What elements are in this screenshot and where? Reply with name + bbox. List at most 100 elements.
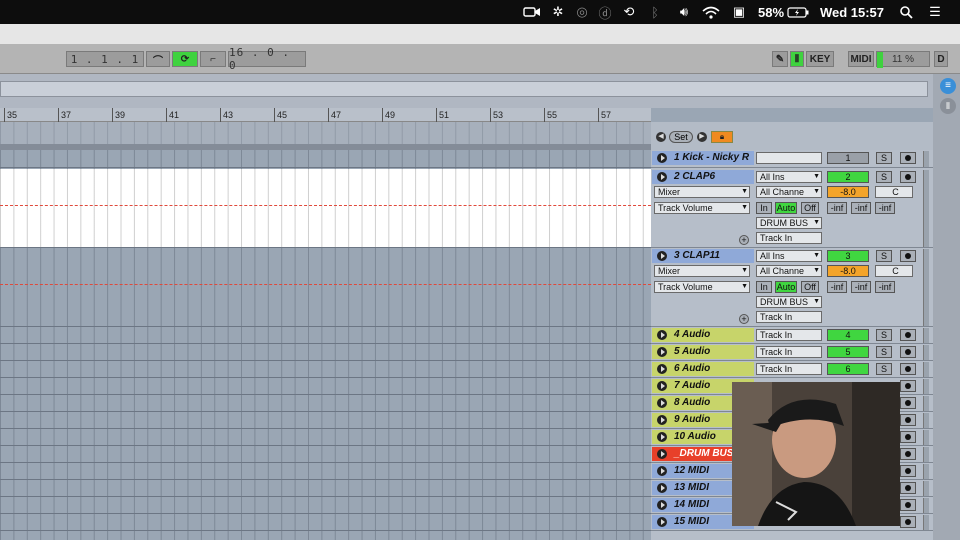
- monitor-auto-button[interactable]: Auto: [775, 202, 797, 214]
- track-lane[interactable]: [0, 429, 651, 446]
- track-activator[interactable]: 5: [827, 346, 869, 358]
- automation-param-select[interactable]: Track Volume: [654, 202, 750, 214]
- track-lane[interactable]: [0, 169, 651, 248]
- arrangement-lanes[interactable]: [0, 122, 651, 540]
- computer-midi-icon[interactable]: ⦀: [790, 51, 804, 67]
- track-volume[interactable]: -8.0: [827, 265, 869, 277]
- track-lane[interactable]: [0, 497, 651, 514]
- monitor-off-button[interactable]: Off: [801, 202, 819, 214]
- track-lane[interactable]: [0, 395, 651, 412]
- fold-track-icon[interactable]: [657, 415, 667, 425]
- battery-icon[interactable]: [786, 4, 810, 20]
- show-automation-icon[interactable]: +: [739, 314, 749, 324]
- track-lane[interactable]: [0, 480, 651, 497]
- fold-track-icon[interactable]: [657, 347, 667, 357]
- fold-track-icon[interactable]: [657, 517, 667, 527]
- set-locator-button[interactable]: Set: [669, 131, 693, 143]
- lock-icon[interactable]: 🔒︎: [711, 131, 733, 143]
- output-type-select[interactable]: DRUM BUS: [756, 296, 822, 308]
- solo-button[interactable]: S: [876, 250, 892, 262]
- solo-button[interactable]: S: [876, 363, 892, 375]
- arm-record-icon[interactable]: [900, 465, 916, 477]
- input-type-select[interactable]: Track In: [756, 363, 822, 375]
- arm-record-icon[interactable]: [900, 380, 916, 392]
- track-activator[interactable]: 2: [827, 171, 869, 183]
- automation-line[interactable]: [0, 284, 651, 285]
- d-button[interactable]: D: [934, 51, 948, 67]
- track-lane[interactable]: [0, 361, 651, 378]
- song-position[interactable]: 1 . 1 . 1: [66, 51, 144, 67]
- input-type-select[interactable]: Track In: [756, 329, 822, 341]
- solo-button[interactable]: S: [876, 171, 892, 183]
- search-icon[interactable]: [898, 4, 914, 20]
- monitor-auto-button[interactable]: Auto: [775, 281, 797, 293]
- wifi-icon[interactable]: [700, 4, 722, 20]
- session-view-icon[interactable]: ⦀: [940, 98, 956, 114]
- arm-record-icon[interactable]: [900, 250, 916, 262]
- output-channel-select[interactable]: Track In: [756, 311, 822, 323]
- key-map-button[interactable]: KEY: [806, 51, 834, 67]
- track-name[interactable]: 6 Audio: [652, 362, 754, 376]
- overview-strip[interactable]: [0, 81, 928, 97]
- arm-record-icon[interactable]: [900, 482, 916, 494]
- track-name[interactable]: 1 Kick - Nicky R: [652, 151, 754, 165]
- fold-track-icon[interactable]: [657, 466, 667, 476]
- track-volume[interactable]: -8.0: [827, 186, 869, 198]
- time-machine-icon[interactable]: ⟲: [620, 4, 638, 20]
- monitor-in-button[interactable]: In: [756, 202, 772, 214]
- track-name[interactable]: 3 CLAP11: [652, 249, 754, 263]
- fold-track-icon[interactable]: [657, 153, 667, 163]
- fold-track-icon[interactable]: [657, 432, 667, 442]
- punch-out-icon[interactable]: ⌐: [200, 51, 226, 67]
- track-lane[interactable]: [0, 378, 651, 395]
- prev-locator-icon[interactable]: ◀: [656, 132, 666, 142]
- solo-button[interactable]: S: [876, 329, 892, 341]
- fold-track-icon[interactable]: [657, 251, 667, 261]
- input-type-select[interactable]: [756, 152, 822, 164]
- fold-track-icon[interactable]: [657, 381, 667, 391]
- circle-d-icon[interactable]: ⓓ: [596, 4, 614, 21]
- screen-icon[interactable]: ▣: [730, 4, 748, 20]
- arm-record-icon[interactable]: [900, 152, 916, 164]
- arm-record-icon[interactable]: [900, 397, 916, 409]
- midi-map-button[interactable]: MIDI: [848, 51, 874, 67]
- track-name[interactable]: 2 CLAP6: [652, 170, 754, 184]
- track-header[interactable]: 4 Audio Track In 4 S: [651, 327, 933, 344]
- input-channel-select[interactable]: All Channe: [756, 186, 822, 198]
- automation-param-select[interactable]: Track Volume: [654, 281, 750, 293]
- track-lane[interactable]: [0, 514, 651, 531]
- arm-record-icon[interactable]: [900, 363, 916, 375]
- arm-record-icon[interactable]: [900, 499, 916, 511]
- automation-device-select[interactable]: Mixer: [654, 265, 750, 277]
- fold-track-icon[interactable]: [657, 172, 667, 182]
- track-lane[interactable]: [0, 327, 651, 344]
- track-activator[interactable]: 6: [827, 363, 869, 375]
- track-activator[interactable]: 3: [827, 250, 869, 262]
- show-automation-icon[interactable]: +: [739, 235, 749, 245]
- track-header[interactable]: 1 Kick - Nicky R 1S: [651, 150, 933, 168]
- output-type-select[interactable]: DRUM BUS: [756, 217, 822, 229]
- fold-track-icon[interactable]: [657, 330, 667, 340]
- track-name[interactable]: 4 Audio: [652, 328, 754, 342]
- arm-record-icon[interactable]: [900, 329, 916, 341]
- monitor-off-button[interactable]: Off: [801, 281, 819, 293]
- track-header[interactable]: 3 CLAP11 All Ins 3S Mixer Track Volume All Ch…: [651, 248, 933, 327]
- draw-mode-icon[interactable]: ✎: [772, 51, 788, 67]
- track-header[interactable]: 2 CLAP6 All Ins 2S Mixer Track Volume All Cha…: [651, 169, 933, 248]
- output-channel-select[interactable]: Track In: [756, 232, 822, 244]
- fold-track-icon[interactable]: [657, 364, 667, 374]
- pan-knob[interactable]: C: [875, 186, 913, 198]
- gear-icon[interactable]: ✲: [548, 4, 568, 20]
- punch-in-icon[interactable]: ⌒: [146, 51, 170, 67]
- camera-icon[interactable]: [522, 4, 542, 20]
- beat-time-ruler[interactable]: 35 37 39 41 43 45 47 49 51 53 55 57: [0, 108, 651, 122]
- track-lane[interactable]: [0, 248, 651, 327]
- track-lane[interactable]: [0, 412, 651, 429]
- next-locator-icon[interactable]: ▶: [697, 132, 707, 142]
- track-header[interactable]: 6 Audio Track In 6 S: [651, 361, 933, 378]
- solo-button[interactable]: S: [876, 346, 892, 358]
- list-icon[interactable]: ☰: [926, 4, 944, 20]
- track-name[interactable]: 5 Audio: [652, 345, 754, 359]
- loop-region-bar[interactable]: [0, 122, 651, 146]
- monitor-in-button[interactable]: In: [756, 281, 772, 293]
